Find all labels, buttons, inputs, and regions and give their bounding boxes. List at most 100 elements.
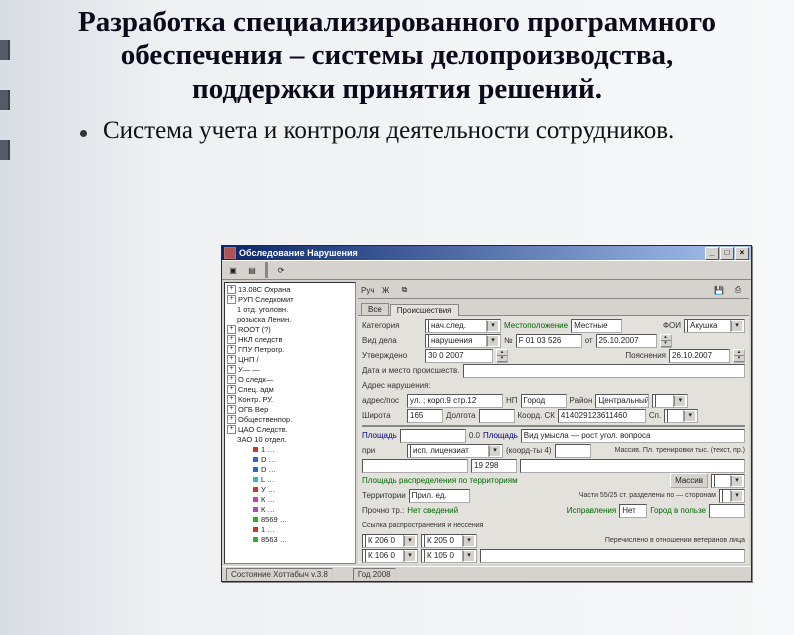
tree-leaf[interactable]: К … <box>225 504 355 514</box>
app-icon <box>224 247 236 259</box>
minimize-button[interactable]: _ <box>705 247 719 260</box>
label-area-val: 0.0 <box>469 431 480 440</box>
inp-poyasn-date[interactable]: 26.10.2007 <box>669 349 730 363</box>
tree-node[interactable]: +Спец. адм <box>225 384 355 394</box>
copy-icon[interactable]: ⧉ <box>397 282 413 298</box>
label-approved: Утверждено <box>362 351 422 360</box>
tree-node[interactable]: ЗАО 10 отдел. <box>225 434 355 444</box>
combo-user[interactable]: исп. лицензиат▾ <box>407 444 503 458</box>
tree-leaf[interactable]: К … <box>225 494 355 504</box>
slide-title: Разработка специализированного программн… <box>0 0 794 106</box>
link-ispr[interactable]: Исправления <box>567 506 616 515</box>
tree-node[interactable]: +О следк— <box>225 374 355 384</box>
tree-node[interactable]: +У— — <box>225 364 355 374</box>
tree-node[interactable]: +РУП Следкомит <box>225 294 355 304</box>
spin-date1[interactable]: ▴▾ <box>660 334 672 348</box>
tree-leaf[interactable]: 1 … <box>225 444 355 454</box>
label-date-place: Дата и место происшеств. <box>362 366 460 375</box>
close-button[interactable]: × <box>735 247 749 260</box>
combo-massiv[interactable]: ▾ <box>711 474 745 488</box>
save-icon[interactable]: 💾 <box>711 282 727 298</box>
tree-leaf[interactable]: 8563 … <box>225 534 355 544</box>
inp-terr[interactable]: Прил. ед. <box>409 489 470 503</box>
combo-kategoria[interactable]: нач.след.▾ <box>425 319 501 333</box>
inp-date-place[interactable] <box>463 364 745 378</box>
tool-open-icon[interactable]: ▤ <box>244 262 260 278</box>
tree-node[interactable]: +13.08С Охрана <box>225 284 355 294</box>
tree-node[interactable]: +ЦАО Следств. <box>225 424 355 434</box>
combo-k205[interactable]: К 205 0▾ <box>421 534 477 548</box>
tab-incidents[interactable]: Происшествия <box>390 304 459 316</box>
tree-node[interactable]: 1 отд. уголовн. <box>225 304 355 314</box>
tree-node[interactable]: +ЦНП / <box>225 354 355 364</box>
combo-k206[interactable]: К 206 0▾ <box>362 534 418 548</box>
inp-ispr[interactable]: Нет <box>619 504 647 518</box>
tree-leaf[interactable]: L … <box>225 474 355 484</box>
spin-poyasn[interactable]: ▴▾ <box>733 349 745 363</box>
print-icon[interactable]: ⎙ <box>730 282 746 298</box>
tool-refresh-icon[interactable]: ⟳ <box>273 262 289 278</box>
link-gorod[interactable]: Город в пользе <box>650 506 706 515</box>
inp-lon[interactable] <box>479 409 515 423</box>
label-sp: Сп. <box>649 411 661 420</box>
tree-node[interactable]: розыска Ленин. <box>225 314 355 324</box>
inp-area1[interactable] <box>400 429 466 443</box>
titlebar[interactable]: Обследование Нарушения _ □ × <box>222 246 751 260</box>
inp-r10c[interactable] <box>520 459 745 473</box>
inp-approved[interactable]: 30 0 2007 <box>425 349 493 363</box>
status-left: Состояние Хоттабыч v.3.8 <box>226 568 333 581</box>
inp-date1[interactable]: 25.10.2007 <box>596 334 657 348</box>
tabs: Все Происшествия <box>358 299 749 316</box>
maximize-button[interactable]: □ <box>720 247 734 260</box>
tree-leaf[interactable]: D … <box>225 464 355 474</box>
label-terr: Территории <box>362 491 406 500</box>
tree-leaf[interactable]: У … <box>225 484 355 494</box>
tool-new-icon[interactable]: ▣ <box>225 262 241 278</box>
inp-mesto[interactable]: Местные <box>571 319 622 333</box>
label-ness-raspr: Ссылка распространения и нессения <box>362 522 483 529</box>
label-foiv: ФОИ <box>663 321 681 330</box>
form-toolbar-label: Руч <box>361 286 375 295</box>
inp-address[interactable]: ул. ; корп.9 стр.12 <box>407 394 503 408</box>
label-prochno: Прочно тр.: <box>362 506 404 515</box>
tree-leaf[interactable]: D … <box>225 454 355 464</box>
spin-approved[interactable]: ▴▾ <box>496 349 508 363</box>
link-nosved[interactable]: Нет сведений <box>407 506 458 515</box>
inp-gorod[interactable] <box>709 504 745 518</box>
combo-parts[interactable]: ▾ <box>719 489 745 503</box>
btn-massiv[interactable]: Массив <box>670 473 708 488</box>
combo-sp[interactable]: ▾ <box>664 409 698 423</box>
label-addr-sub: адрес/пос <box>362 396 404 405</box>
inp-perech[interactable] <box>480 549 745 563</box>
tree-node[interactable]: +ГПУ Петрогр. <box>225 344 355 354</box>
combo-vid[interactable]: нарушения▾ <box>425 334 501 348</box>
inp-region[interactable]: Центральный <box>595 394 649 408</box>
combo-foiv[interactable]: Акушка▾ <box>684 319 745 333</box>
tree-leaf[interactable]: 1 … <box>225 524 355 534</box>
combo-region-ext[interactable]: ▾ <box>652 394 688 408</box>
inp-r10a[interactable] <box>362 459 468 473</box>
inp-coord-sk[interactable]: 414029123611460 <box>558 409 646 423</box>
inp-hf[interactable]: Город <box>521 394 567 408</box>
combo-k106[interactable]: К 106 0▾ <box>362 549 418 563</box>
font-bold-icon[interactable]: Ж <box>378 282 394 298</box>
label-date1: от <box>585 336 593 345</box>
tree-panel[interactable]: +13.08С Охрана+РУП Следкомит1 отд. уголо… <box>224 282 356 564</box>
tree-node[interactable]: +НКЛ следств <box>225 334 355 344</box>
label-user: при <box>362 446 404 455</box>
tree-node[interactable]: +ОГБ Вер <box>225 404 355 414</box>
inp-coords4[interactable] <box>555 444 591 458</box>
inp-area2[interactable]: Вид умысла — рост угол. вопроса <box>521 429 745 443</box>
label-address: Адрес нарушения: <box>362 381 431 390</box>
inp-no[interactable]: F 01 03 526 <box>516 334 582 348</box>
inp-r10b[interactable]: 19 298 <box>471 459 517 473</box>
combo-k105[interactable]: К 105 0▾ <box>421 549 477 563</box>
tree-leaf[interactable]: 8569 … <box>225 514 355 524</box>
label-area1: Площадь <box>362 431 397 440</box>
tree-node[interactable]: +Контр. РУ. <box>225 394 355 404</box>
tree-node[interactable]: +ROOT (?) <box>225 324 355 334</box>
inp-lat[interactable]: 165 <box>407 409 443 423</box>
label-perech: Перечислено в отношении ветеранов лица <box>605 537 745 544</box>
tab-all[interactable]: Все <box>361 303 389 315</box>
tree-node[interactable]: +Общественпор. <box>225 414 355 424</box>
